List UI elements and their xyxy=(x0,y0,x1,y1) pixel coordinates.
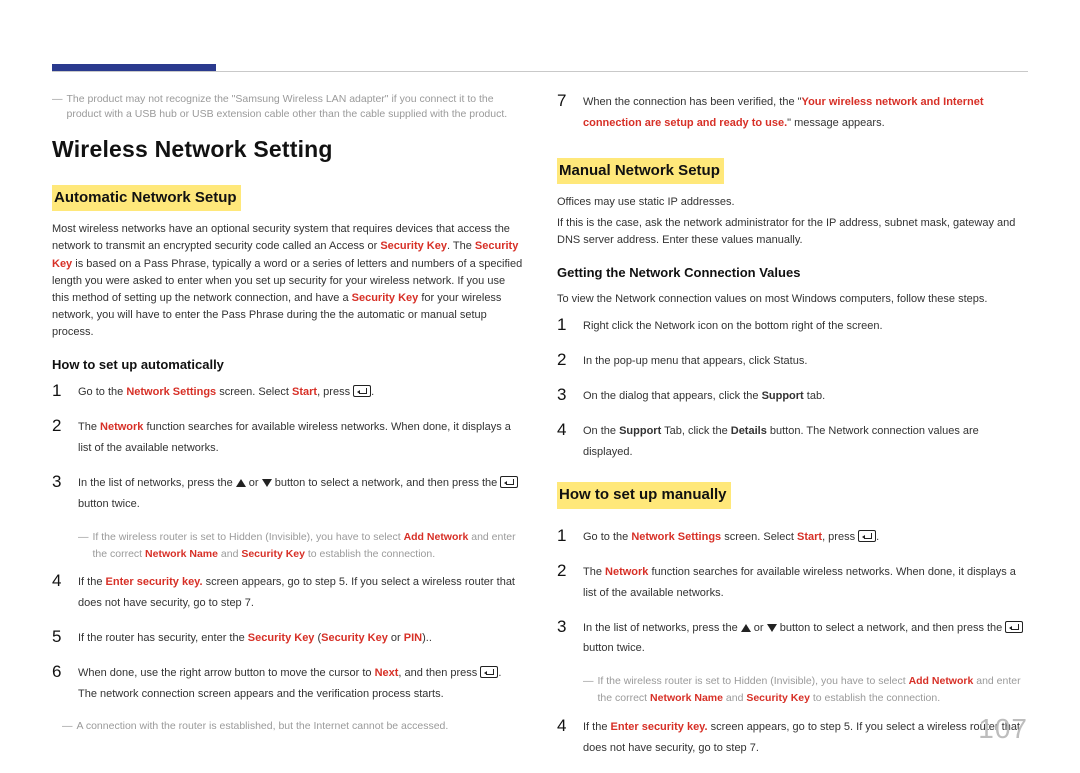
step-text: Go to the Network Settings screen. Selec… xyxy=(78,382,523,403)
manual-page: ― The product may not recognize the "Sam… xyxy=(0,0,1080,763)
win-step-4: 4 On the Support Tab, click the Details … xyxy=(557,421,1028,463)
up-arrow-icon xyxy=(741,624,751,632)
win-step-2: 2 In the pop-up menu that appears, click… xyxy=(557,351,1028,372)
note-dash: ― xyxy=(52,92,63,122)
two-column-layout: ― The product may not recognize the "Sam… xyxy=(52,92,1028,773)
left-column: ― The product may not recognize the "Sam… xyxy=(52,92,523,773)
subsection-manual: Manual Network Setup xyxy=(557,158,724,185)
bottom-note: ― A connection with the router is establ… xyxy=(62,719,523,734)
step-number: 7 xyxy=(557,92,571,134)
automatic-steps: 1 Go to the Network Settings screen. Sel… xyxy=(52,382,523,705)
auto-step-4: 4 If the Enter security key. screen appe… xyxy=(52,572,523,614)
enter-icon xyxy=(500,476,518,488)
enter-icon xyxy=(1005,621,1023,633)
step-text: In the list of networks, press the or bu… xyxy=(78,473,523,515)
enter-icon xyxy=(353,385,371,397)
step-number: 2 xyxy=(52,417,66,459)
auto-step-7: 7 When the connection has been verified,… xyxy=(557,92,1028,134)
enter-icon xyxy=(480,666,498,678)
section-title: Wireless Network Setting xyxy=(52,132,523,167)
header-accent-bar xyxy=(52,64,216,71)
windows-steps: 1 Right click the Network icon on the bo… xyxy=(557,316,1028,462)
getting-values-intro: To view the Network connection values on… xyxy=(557,291,1028,308)
down-arrow-icon xyxy=(767,624,777,632)
step-text: When the connection has been verified, t… xyxy=(583,92,1028,134)
auto-step-1: 1 Go to the Network Settings screen. Sel… xyxy=(52,382,523,403)
header-rule xyxy=(52,71,1028,72)
down-arrow-icon xyxy=(262,479,272,487)
man-step-3: 3 In the list of networks, press the or … xyxy=(557,618,1028,660)
enter-icon xyxy=(858,530,876,542)
step-number: 5 xyxy=(52,628,66,649)
top-note: ― The product may not recognize the "Sam… xyxy=(52,92,523,122)
auto-step-3: 3 In the list of networks, press the or … xyxy=(52,473,523,515)
how-to-automatic-heading: How to set up automatically xyxy=(52,355,523,375)
man-step-3-note: ― If the wireless router is set to Hidde… xyxy=(583,673,1028,707)
step-text: The Network function searches for availa… xyxy=(78,417,523,459)
step-number: 6 xyxy=(52,663,66,705)
intro-paragraph: Most wireless networks have an optional … xyxy=(52,221,523,340)
man-step-4: 4 If the Enter security key. screen appe… xyxy=(557,717,1028,759)
how-to-manual-heading: How to set up manually xyxy=(557,482,731,509)
right-column: 7 When the connection has been verified,… xyxy=(557,92,1028,773)
auto-step-6: 6 When done, use the right arrow button … xyxy=(52,663,523,705)
step-number: 4 xyxy=(52,572,66,614)
auto-step-2: 2 The Network function searches for avai… xyxy=(52,417,523,459)
man-step-1: 1 Go to the Network Settings screen. Sel… xyxy=(557,527,1028,548)
page-number: 107 xyxy=(978,713,1028,745)
manual-p2: If this is the case, ask the network adm… xyxy=(557,215,1028,249)
getting-values-heading: Getting the Network Connection Values xyxy=(557,263,1028,283)
win-step-3: 3 On the dialog that appears, click the … xyxy=(557,386,1028,407)
step-text: If the Enter security key. screen appear… xyxy=(78,572,523,614)
step-number: 1 xyxy=(52,382,66,403)
man-step-2: 2 The Network function searches for avai… xyxy=(557,562,1028,604)
manual-p1: Offices may use static IP addresses. xyxy=(557,194,1028,211)
step-number: 3 xyxy=(52,473,66,515)
step-text: When done, use the right arrow button to… xyxy=(78,663,523,705)
note-text: The product may not recognize the "Samsu… xyxy=(67,92,524,122)
auto-step-3-note: ― If the wireless router is set to Hidde… xyxy=(78,529,523,563)
win-step-1: 1 Right click the Network icon on the bo… xyxy=(557,316,1028,337)
auto-step-5: 5 If the router has security, enter the … xyxy=(52,628,523,649)
manual-steps: 1 Go to the Network Settings screen. Sel… xyxy=(557,527,1028,759)
step-text: If the router has security, enter the Se… xyxy=(78,628,523,649)
up-arrow-icon xyxy=(236,479,246,487)
subsection-automatic: Automatic Network Setup xyxy=(52,185,241,212)
